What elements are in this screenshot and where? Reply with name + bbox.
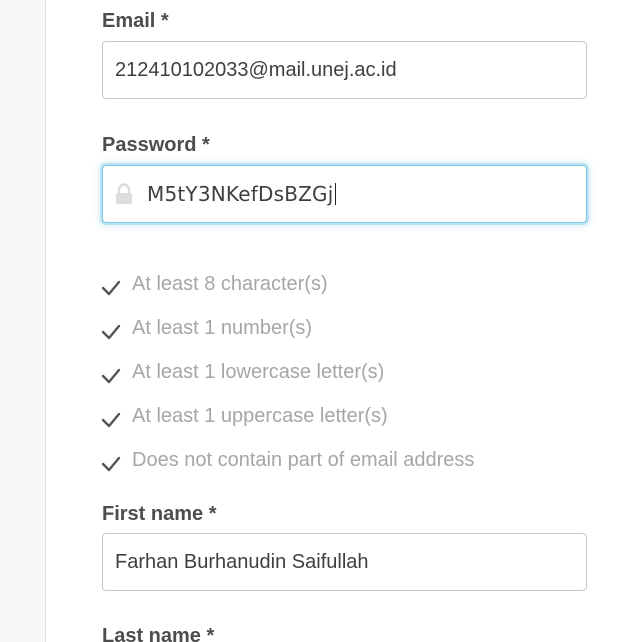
password-rule-text: At least 8 character(s) <box>132 272 328 295</box>
password-rule-text: At least 1 number(s) <box>132 316 313 339</box>
email-label: Email * <box>102 10 169 32</box>
password-rule-text: Does not contain part of email address <box>132 448 475 471</box>
password-rule: At least 1 lowercase letter(s) <box>100 350 474 394</box>
registration-page: Email * 212410102033@mail.unej.ac.id Pas… <box>0 0 625 642</box>
first-name-value: Farhan Burhanudin Saifullah <box>115 550 369 573</box>
last-name-label: Last name * <box>102 625 215 642</box>
email-value: 212410102033@mail.unej.ac.id <box>115 58 397 81</box>
check-icon <box>101 456 121 472</box>
password-rule: At least 1 uppercase letter(s) <box>100 394 474 438</box>
password-rule: At least 1 number(s) <box>100 306 474 350</box>
check-icon <box>101 280 121 296</box>
first-name-label: First name * <box>102 503 217 525</box>
password-value: M5tY3NKefDsBZGj <box>147 182 334 206</box>
check-icon <box>101 368 121 384</box>
first-name-field[interactable]: Farhan Burhanudin Saifullah <box>102 533 587 591</box>
left-rail <box>0 0 46 642</box>
password-rule: Does not contain part of email address <box>100 438 474 482</box>
password-label: Password * <box>102 134 210 156</box>
check-icon <box>101 324 121 340</box>
password-rules-list: At least 8 character(s) At least 1 numbe… <box>100 262 474 482</box>
lock-icon <box>115 183 133 205</box>
password-rule-text: At least 1 lowercase letter(s) <box>132 360 385 383</box>
password-field[interactable]: M5tY3NKefDsBZGj <box>102 165 587 223</box>
check-icon <box>101 412 121 428</box>
password-rule-text: At least 1 uppercase letter(s) <box>132 404 388 427</box>
email-field[interactable]: 212410102033@mail.unej.ac.id <box>102 41 587 99</box>
text-caret <box>334 183 336 205</box>
password-rule: At least 8 character(s) <box>100 262 474 306</box>
